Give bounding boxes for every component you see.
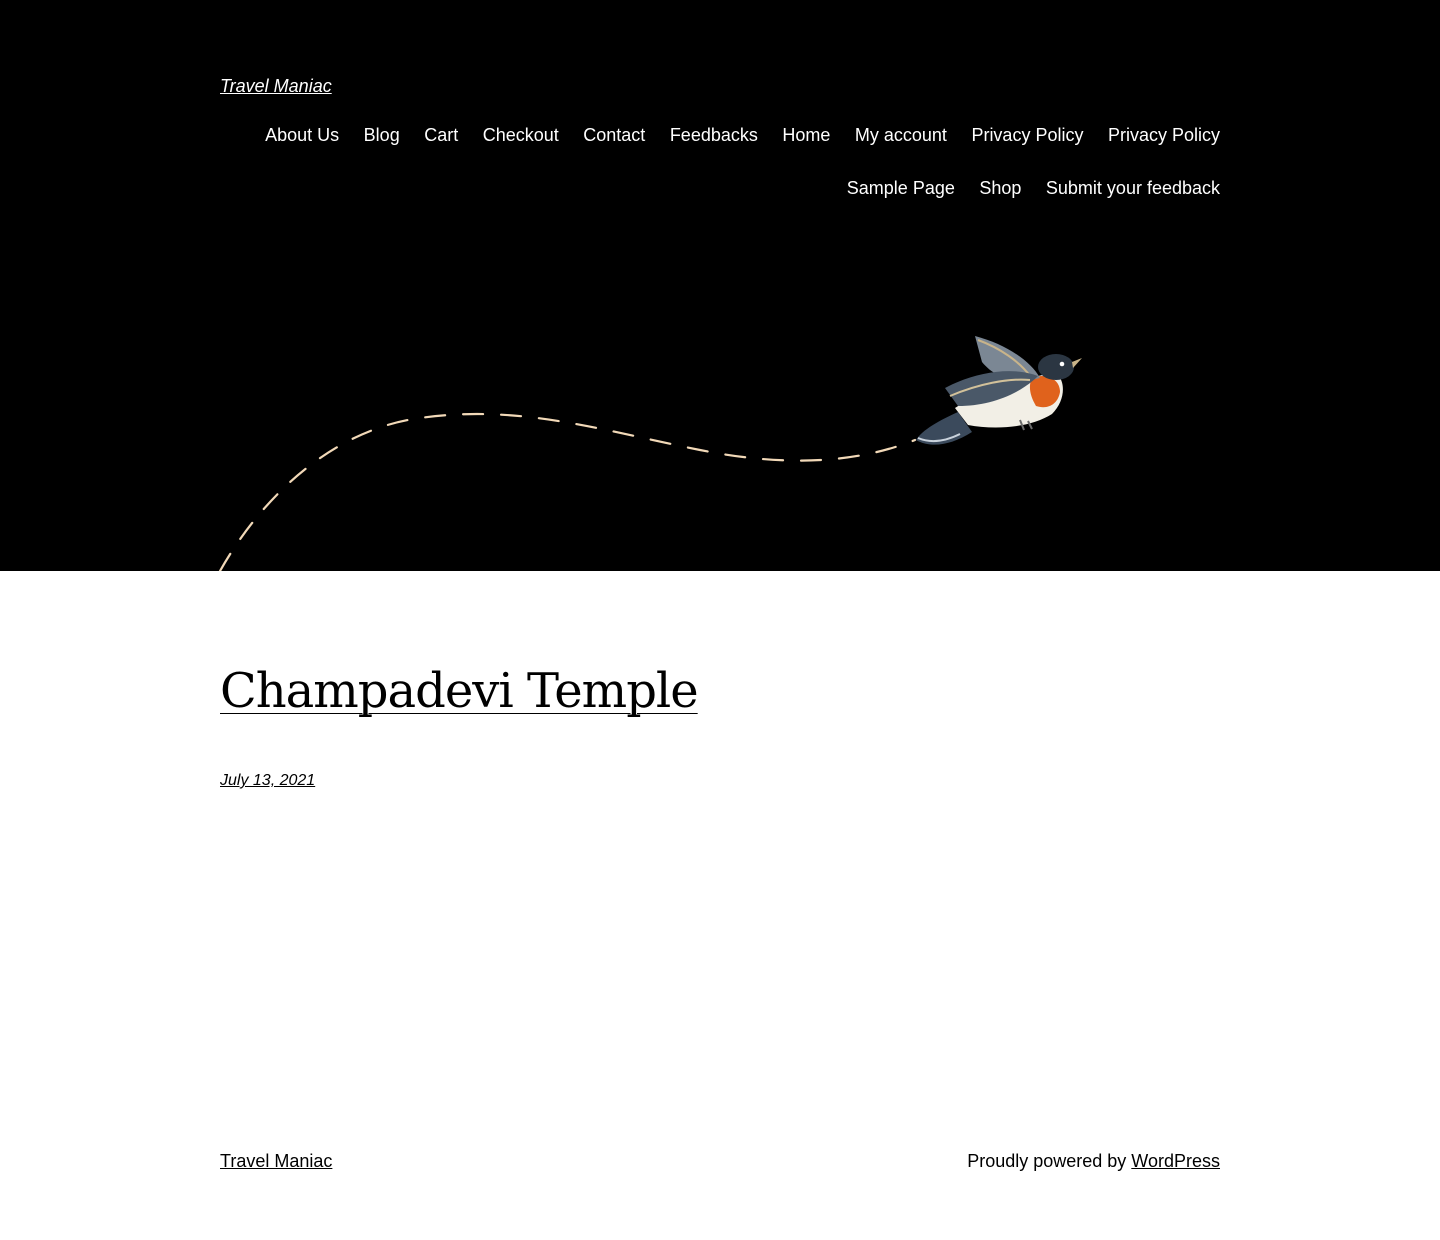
wordpress-link[interactable]: WordPress — [1131, 1151, 1220, 1171]
nav-item-blog[interactable]: Blog — [364, 124, 400, 146]
nav-item-sample-page[interactable]: Sample Page — [847, 177, 955, 199]
footer-site-title-link[interactable]: Travel Maniac — [220, 1150, 332, 1172]
primary-navigation: About Us Blog Cart Checkout Contact Feed… — [220, 124, 1220, 199]
nav-item-feedbacks[interactable]: Feedbacks — [670, 124, 758, 146]
post-date-link[interactable]: July 13, 2021 — [220, 771, 315, 791]
site-header: Travel Maniac About Us Blog Cart Checkou… — [0, 0, 1440, 571]
nav-item-my-account[interactable]: My account — [855, 124, 947, 146]
nav-item-privacy-policy[interactable]: Privacy Policy — [971, 124, 1083, 146]
footer-credit: Proudly powered by WordPress — [967, 1150, 1220, 1172]
nav-item-checkout[interactable]: Checkout — [483, 124, 559, 146]
bird-illustration — [218, 336, 1082, 571]
nav-item-cart[interactable]: Cart — [424, 124, 458, 146]
bird-icon — [916, 336, 1082, 445]
dashed-flight-trail — [218, 412, 917, 571]
post-title-link[interactable]: Champadevi Temple — [220, 659, 699, 723]
footer-credit-prefix: Proudly powered by — [967, 1151, 1127, 1171]
site-title-link[interactable]: Travel Maniac — [220, 75, 332, 97]
site-footer: Travel Maniac Proudly powered by WordPre… — [220, 1149, 1220, 1173]
nav-item-submit-feedback[interactable]: Submit your feedback — [1046, 177, 1220, 199]
nav-item-contact[interactable]: Contact — [583, 124, 645, 146]
nav-item-home[interactable]: Home — [782, 124, 830, 146]
nav-item-privacy-policy-2[interactable]: Privacy Policy — [1108, 124, 1220, 146]
nav-item-about-us[interactable]: About Us — [265, 124, 339, 146]
nav-item-shop[interactable]: Shop — [979, 177, 1021, 199]
